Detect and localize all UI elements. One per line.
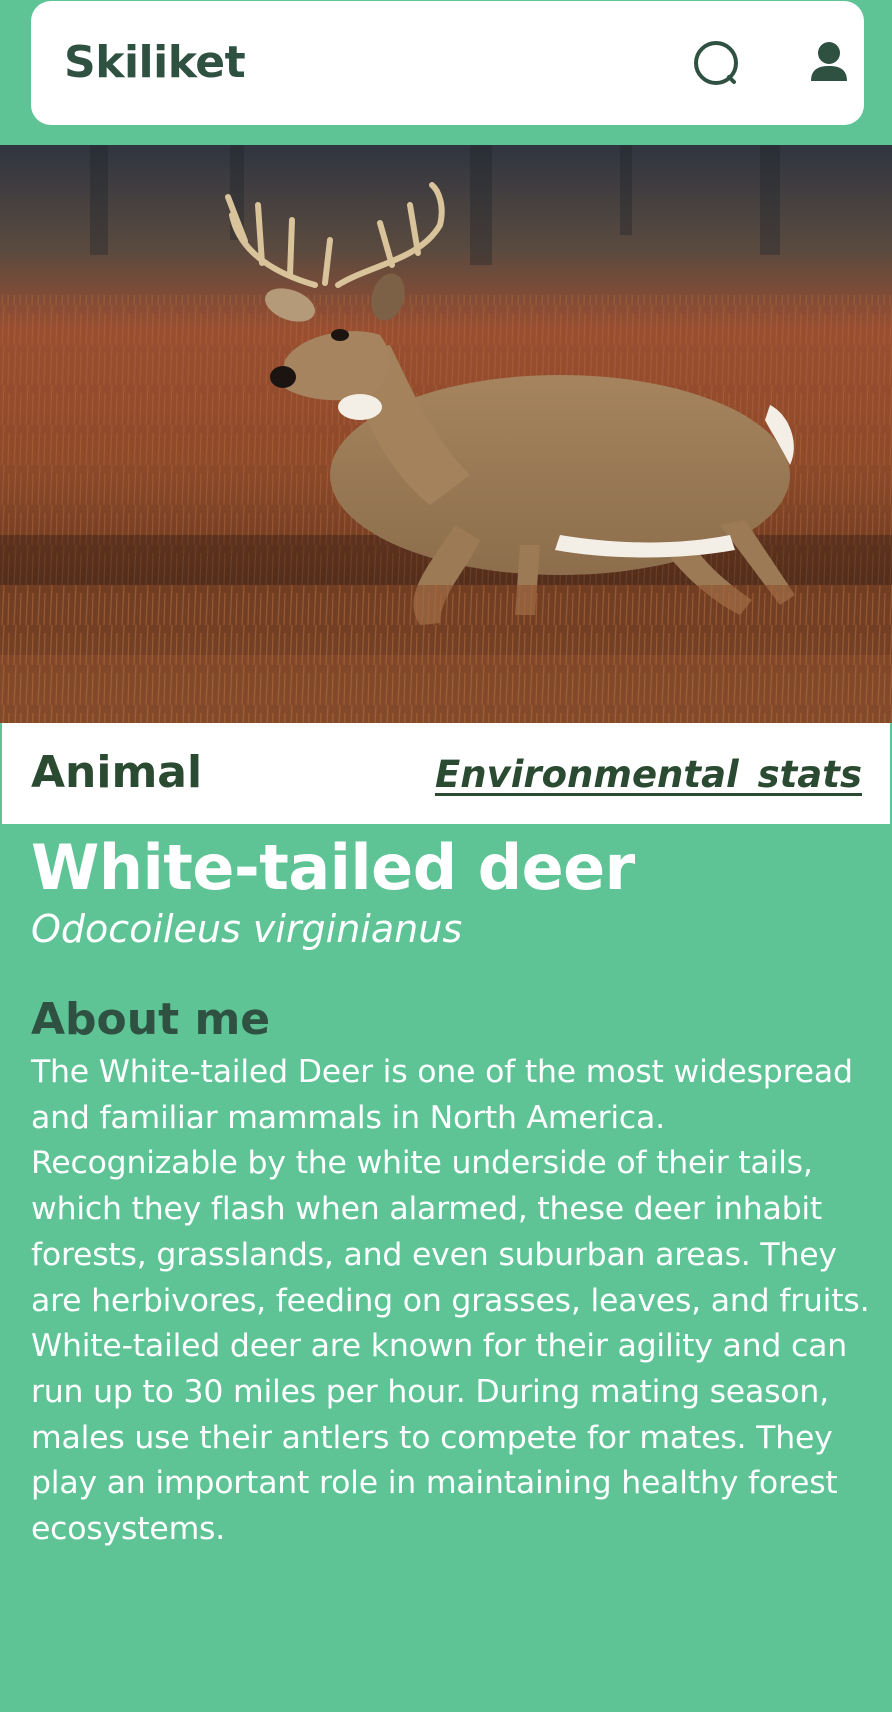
- species-common-name: White-tailed deer: [31, 831, 635, 904]
- hero-photo: [0, 145, 892, 723]
- top-app-bar: Skiliket: [31, 1, 864, 125]
- search-icon: [694, 41, 738, 85]
- app-title: Skiliket: [64, 37, 246, 88]
- environmental-stats-link[interactable]: Environmental stats: [435, 750, 862, 800]
- species-scientific-name: Odocoileus virginianus: [31, 907, 463, 951]
- search-button[interactable]: [686, 31, 750, 95]
- about-heading: About me: [31, 994, 271, 1045]
- profile-button[interactable]: [799, 31, 859, 95]
- species-details: White-tailed deer Odocoileus virginianus…: [31, 830, 876, 1553]
- about-description: The White-tailed Deer is one of the most…: [31, 1054, 870, 1548]
- tab-bar: Animal Environmental stats: [2, 723, 890, 824]
- tab-animal[interactable]: Animal: [31, 745, 202, 801]
- user-icon: [811, 42, 847, 81]
